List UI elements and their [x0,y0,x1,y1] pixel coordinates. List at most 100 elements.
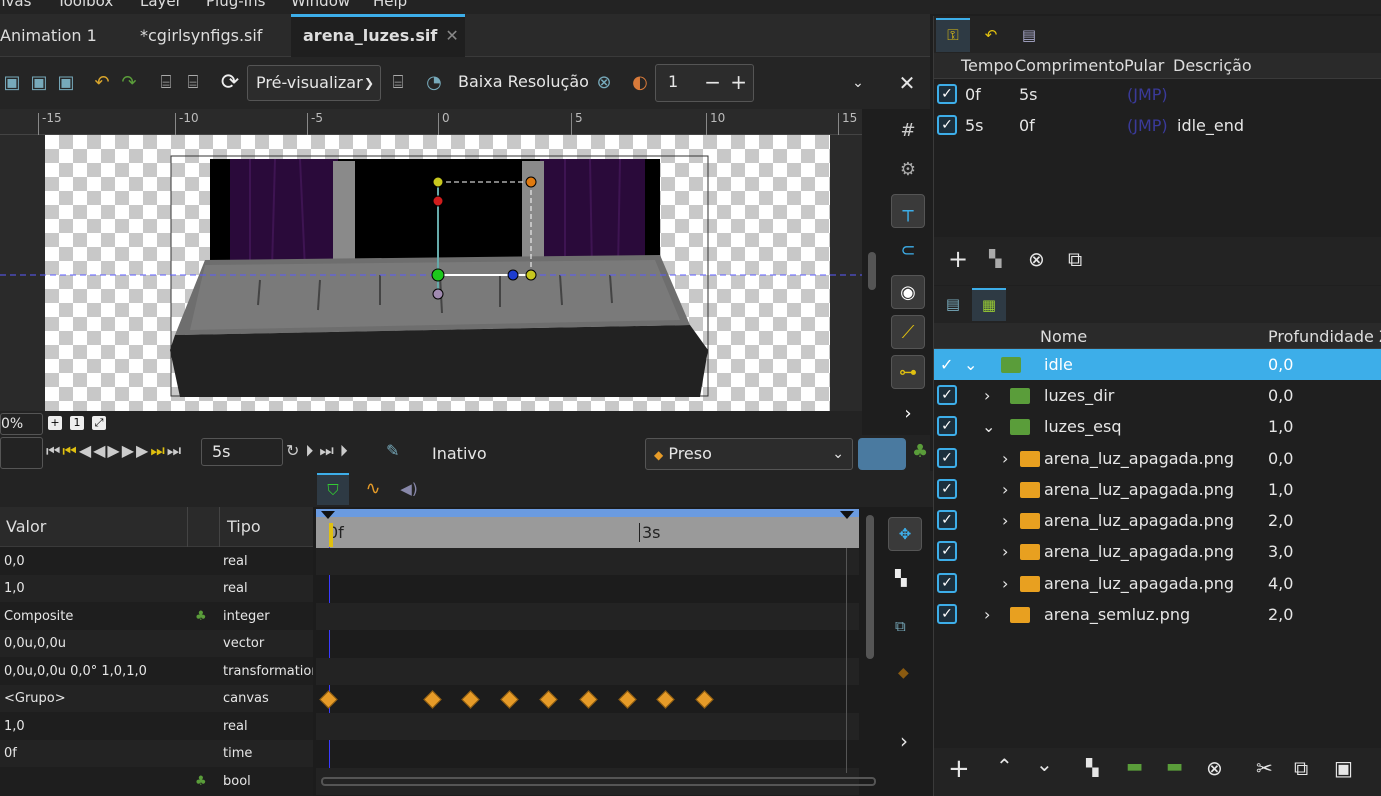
chevron-right-icon[interactable]: › [1002,474,1008,505]
menu-window[interactable]: Window [291,0,350,10]
render-preview-icon[interactable]: ⌸ [181,71,205,95]
layer-visible-checkbox[interactable]: ✓ [937,573,957,593]
layer-visible-checkbox[interactable]: ✓ [937,448,957,468]
save-icon[interactable]: ▣ [0,71,24,95]
chevron-down-icon[interactable]: ⌄ [964,349,977,380]
add-layer-icon[interactable]: + [948,754,970,784]
lock-keyframe-button[interactable] [858,438,906,470]
animation-mode-icon[interactable]: ✎ [386,441,399,460]
menu-layer[interactable]: Layer [140,0,182,10]
keyframe-active-checkbox[interactable]: ✓ [937,84,957,104]
menu-plugins[interactable]: Plug-Ins [206,0,265,10]
keyframe[interactable] [656,690,675,709]
link-icon[interactable]: ▚ [895,569,907,587]
keyframe[interactable] [461,690,480,709]
add-keyframe-icon[interactable]: + [948,245,968,273]
save-all-icon[interactable]: ▣ [54,71,78,95]
layer-visible-checkbox[interactable]: ✓ [937,604,957,624]
minus-icon[interactable]: − [704,65,721,99]
layers-tab-icon[interactable]: ▤ [936,288,970,321]
timetrack-hscroll[interactable] [321,777,876,786]
tab-curves-icon[interactable]: ∿ [357,475,389,503]
keyframe-row[interactable]: ✓ 5s 0f (JMP) idle_end [934,110,1381,141]
param-row[interactable]: 0,0 real [0,548,313,575]
layer-row-selected[interactable]: ✓ ⌄ idle 0,0 [934,349,1381,380]
timetrack-vscroll[interactable] [866,515,874,659]
tab-cgirlsynfigs[interactable]: *cgirlsynfigs.sif [128,14,274,57]
zoom-100-icon[interactable]: 1 [70,416,84,430]
chevron-right-icon[interactable]: › [984,599,990,630]
playback-controls[interactable]: ⏮⏮◀◀▶▶▶⏭⏭ [46,441,183,461]
raise-layer-icon[interactable]: ⌃ [996,754,1013,778]
layer-row[interactable]: ✓ ⌄ luzes_esq 1,0 [934,411,1381,442]
vertical-scrollbar[interactable] [868,252,876,290]
redo-icon[interactable]: ↷ [117,71,141,95]
onion-toggle-icon[interactable]: ◉ [891,275,925,309]
tab-params-icon[interactable]: ⛉ [317,473,349,505]
time-field-start[interactable] [0,437,43,469]
keyframes-tab-icon[interactable]: ⚿ [936,18,970,52]
layer-row[interactable]: ✓ › arena_luz_apagada.png 2,0 [934,505,1381,536]
guide-icon[interactable]: ┬ [891,194,925,228]
duplicate-icon[interactable]: ⧉ [895,617,906,635]
background-icon[interactable]: ⊗ [592,71,616,95]
menu-help[interactable]: Help [373,0,407,10]
chevron-right-icon[interactable]: › [1002,536,1008,567]
keyframe-jump-link[interactable]: (JMP) [1127,79,1168,110]
current-time-field[interactable]: 5s [201,438,283,466]
keyframe[interactable] [539,690,558,709]
layer-visible-checkbox[interactable]: ✓ [937,510,957,530]
keyframe-jump-link[interactable]: (JMP) [1127,110,1168,141]
ungroup-layer-icon[interactable]: ▬ [1166,756,1183,777]
cut-icon[interactable]: ✂ [1256,756,1273,780]
tab-sound-icon[interactable]: ◀) [393,475,425,503]
param-row[interactable]: <Grupo> canvas [0,685,313,712]
keyframe[interactable] [500,690,519,709]
param-row[interactable]: 0,0u,0,0u vector [0,630,313,657]
show-ducks-icon[interactable]: ⟋ [891,315,925,349]
layer-visible-checkbox[interactable]: ✓ [937,541,957,561]
duplicate-layer-icon[interactable]: ▚ [1086,758,1098,777]
lower-layer-icon[interactable]: ⌄ [1036,752,1053,776]
close-tab-icon[interactable]: ✕ [445,26,458,45]
playhead-handle[interactable] [329,523,333,547]
snap-grid-icon[interactable]: ⚙ [891,153,925,187]
param-row[interactable]: Composite ♣ integer [0,603,313,630]
chevron-down-icon[interactable]: ⌄ [846,71,870,95]
save-as-icon[interactable]: ▣ [27,71,51,95]
preview-button[interactable]: Pré-visualizar ❯ [247,65,381,101]
close-icon[interactable]: ✕ [895,71,919,95]
plus-icon[interactable]: + [730,65,747,99]
sets-tab-icon[interactable]: ▦ [972,288,1006,321]
duplicate-keyframe-icon[interactable]: ▚ [989,249,1001,268]
keyframe-properties-icon[interactable]: ⧉ [1068,247,1082,271]
menu-toolbox[interactable]: Toolbox [57,0,113,10]
chevron-right-icon[interactable]: › [891,397,925,431]
paste-icon[interactable]: ▣ [1334,756,1353,780]
param-row[interactable]: ♣ bool [0,768,313,795]
skeleton-icon[interactable]: ♣ [912,441,928,462]
layer-row[interactable]: ✓ › arena_luz_apagada.png 3,0 [934,536,1381,567]
onion-skin-icon[interactable]: ◐ [628,71,652,95]
stage-artwork[interactable] [0,135,862,411]
layer-visible-checkbox[interactable]: ✓ [937,416,957,436]
chevron-right-icon[interactable]: › [900,729,908,753]
chevron-right-icon[interactable]: › [1002,505,1008,536]
zoom-fit-icon[interactable]: ⤢ [92,416,106,430]
param-row[interactable]: 0,0u,0,0u 0,0° 1,0,1,0 transformation [0,658,313,685]
zoom-field[interactable]: 0% [0,413,43,435]
param-row[interactable]: 1,0 real [0,713,313,740]
param-row[interactable]: 0f time [0,740,313,767]
history-tab-icon[interactable]: ↶ [974,20,1008,50]
keyframe[interactable] [579,690,598,709]
tab-arena-luzes[interactable]: arena_luzes.sif ✕ [291,14,465,57]
layer-visible-checkbox[interactable]: ✓ [937,479,957,499]
keyframe-active-checkbox[interactable]: ✓ [937,115,957,135]
layer-row[interactable]: ✓ › arena_semluz.png 2,0 [934,599,1381,630]
layer-row[interactable]: ✓ › arena_luz_apagada.png 1,0 [934,474,1381,505]
keyframe[interactable] [319,690,338,709]
copy-icon[interactable]: ⧉ [1294,756,1308,780]
library-tab-icon[interactable]: ▤ [1012,20,1046,50]
menu-canvas[interactable]: nvas [0,0,31,10]
keyframe-row[interactable]: ✓ 0f 5s (JMP) [934,79,1381,110]
